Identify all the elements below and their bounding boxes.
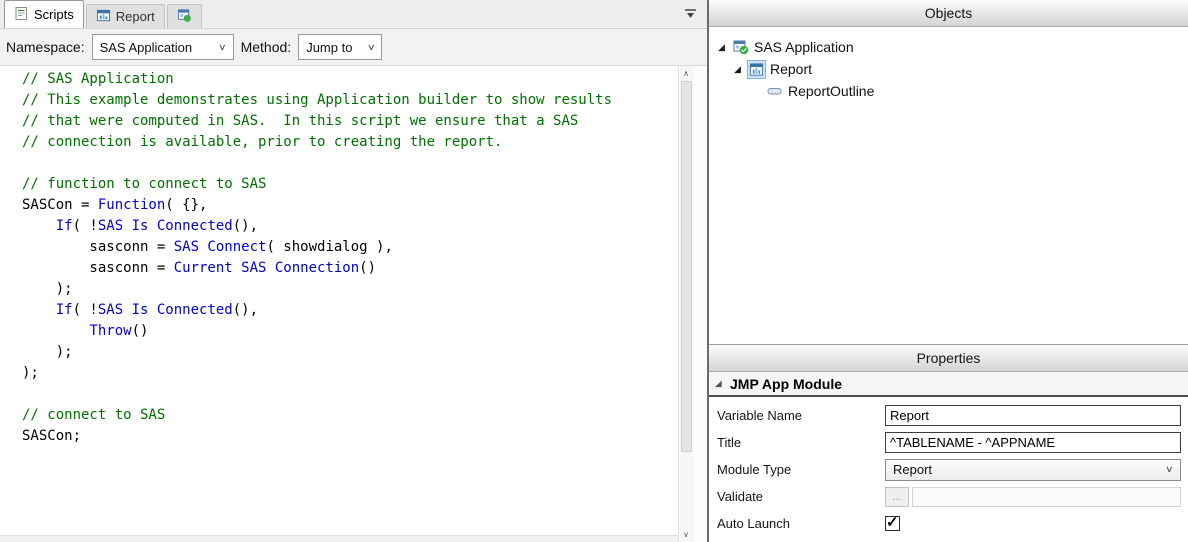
code-line: // function to connect to SAS [22,176,678,197]
tab-scripts-label: Scripts [34,7,74,22]
tree-item-label: Report [770,61,812,77]
module-type-label: Module Type [717,462,885,477]
variable-name-label: Variable Name [717,408,885,423]
code-line: // SAS Application [22,71,678,92]
code-line [22,386,678,407]
code-line: // that were computed in SAS. In this sc… [22,113,678,134]
tab-application[interactable] [167,4,202,28]
tree-item-sas-application[interactable]: ◢ SAS Application [709,36,1188,58]
code-line [22,155,678,176]
scrollbar-thumb[interactable] [681,81,692,452]
namespace-label: Namespace: [6,39,85,55]
property-row-variable-name: Variable Name [709,402,1188,429]
horizontal-scrollbar[interactable] [0,535,678,542]
tab-strip: Scripts Report [0,0,707,29]
validate-browse-button[interactable]: ... [885,487,909,507]
objects-tree: ◢ SAS Application ◢ [709,27,1188,102]
report-window-icon [96,8,111,26]
tree-item-label: ReportOutline [788,83,874,99]
scroll-up-icon[interactable]: ∧ [679,66,693,81]
property-row-title: Title [709,429,1188,456]
code-line: sasconn = SAS Connect( showdialog ), [22,239,678,260]
tree-item-reportoutline[interactable]: ReportOutline [709,80,1188,102]
script-toolbar: Namespace: SAS Application ∨ Method: Jum… [0,29,707,66]
code-editor[interactable]: // SAS Application// This example demons… [0,66,678,535]
module-type-select[interactable]: Report ∨ [885,459,1181,481]
tab-report[interactable]: Report [86,4,165,28]
title-input[interactable] [885,432,1181,453]
application-builder-icon [177,8,192,26]
code-line: ); [22,344,678,365]
namespace-select[interactable]: SAS Application ∨ [92,34,234,60]
module-type-value: Report [893,462,932,477]
check-icon: ✓ [886,513,899,531]
report-window-icon [748,61,765,78]
tab-scripts[interactable]: Scripts [4,0,84,28]
expander-icon[interactable]: ◢ [732,64,743,75]
objects-header: Objects [709,0,1188,27]
code-column: // SAS Application// This example demons… [0,66,678,542]
properties-header: Properties [709,345,1188,372]
chevron-down-icon: ∨ [218,42,227,53]
expander-icon[interactable]: ◢ [716,42,727,53]
variable-name-input[interactable] [885,405,1181,426]
code-line: ); [22,365,678,386]
collapse-group-icon[interactable]: ◢ [713,379,724,388]
method-value: Jump to [306,40,352,55]
tree-item-label: SAS Application [754,39,854,55]
property-group-title: JMP App Module [730,376,842,392]
property-grid: Variable Name Title Module Type Re [709,397,1188,537]
code-line: SASCon; [22,428,678,449]
tab-report-label: Report [116,9,155,24]
app-window: Scripts Report [0,0,1188,542]
property-row-auto-launch: Auto Launch ✓ [709,510,1188,537]
code-line: // connection is available, prior to cre… [22,134,678,155]
sas-application-icon [732,39,749,56]
code-line: sasconn = Current SAS Connection() [22,260,678,281]
code-line: ); [22,281,678,302]
code-line: Throw() [22,323,678,344]
objects-section: Objects ◢ SAS Application [709,0,1188,344]
chevron-down-icon: ∨ [1165,464,1174,475]
tree-item-report[interactable]: ◢ Report [709,58,1188,80]
code-line: // connect to SAS [22,407,678,428]
code-lines: // SAS Application// This example demons… [22,71,678,449]
code-line: // This example demonstrates using Appli… [22,92,678,113]
property-group-header[interactable]: ◢ JMP App Module [709,372,1188,397]
vertical-scrollbar[interactable]: ∧ ∨ [678,66,693,542]
auto-launch-checkbox[interactable]: ✓ [885,516,900,531]
property-row-validate: Validate ... [709,483,1188,510]
filter-icon[interactable] [683,7,697,21]
code-line: If( !SAS Is Connected(), [22,302,678,323]
property-row-module-type: Module Type Report ∨ [709,456,1188,483]
auto-launch-label: Auto Launch [717,516,885,531]
title-label: Title [717,435,885,450]
code-line: If( !SAS Is Connected(), [22,218,678,239]
namespace-value: SAS Application [100,40,193,55]
inspector-panel: Objects ◢ SAS Application [709,0,1188,542]
outline-box-icon [766,83,783,100]
properties-section: Properties ◢ JMP App Module Variable Nam… [709,344,1188,542]
method-label: Method: [241,39,292,55]
validate-value-field [912,487,1181,507]
scripts-panel: Scripts Report [0,0,707,542]
panel-gutter [693,66,707,542]
method-select[interactable]: Jump to ∨ [298,34,382,60]
chevron-down-icon: ∨ [367,42,376,53]
validate-label: Validate [717,489,885,504]
code-line: SASCon = Function( {}, [22,197,678,218]
editor-wrap: // SAS Application// This example demons… [0,66,707,542]
scroll-down-icon[interactable]: ∨ [679,527,693,542]
script-document-icon [14,6,29,24]
